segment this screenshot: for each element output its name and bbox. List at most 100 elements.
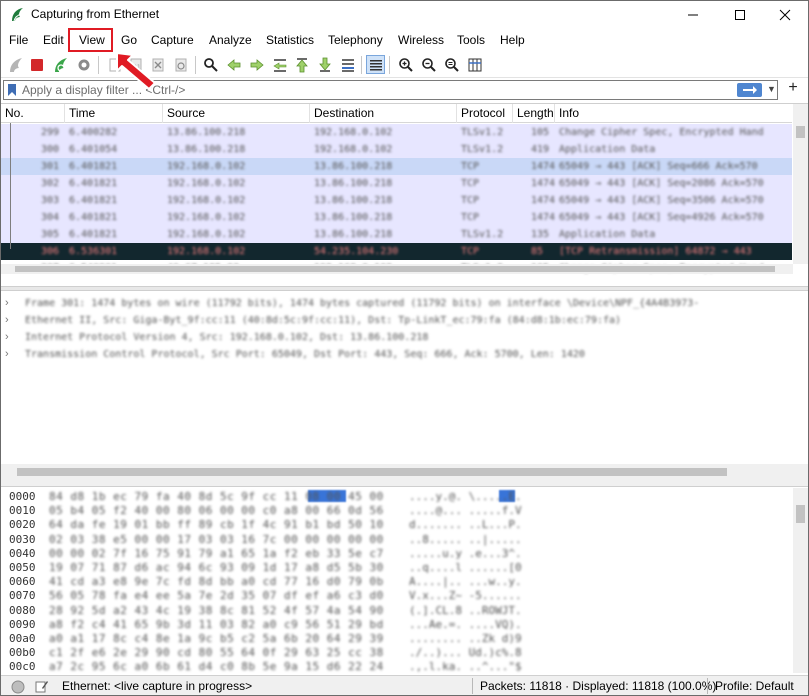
edit-comment-icon[interactable] (34, 679, 49, 694)
normal-size-button[interactable] (442, 55, 461, 74)
bytes-vertical-scrollbar[interactable] (793, 488, 808, 673)
packet-row[interactable]: 301 6.401821 192.168.0.102 13.86.100.218 TCP… (1, 158, 792, 175)
resize-columns-icon (468, 58, 481, 71)
maximize-icon (735, 10, 745, 20)
view-menu-highlight-box (68, 28, 113, 52)
menu-telephony[interactable]: Telephony (328, 32, 383, 49)
packet-row[interactable]: 300 6.401054 13.86.100.218 192.168.0.102 TLS… (1, 141, 792, 158)
menu-go[interactable]: Go (121, 32, 137, 49)
chevron-right-icon[interactable]: › (5, 346, 9, 363)
details-horizontal-scrollbar[interactable] (1, 464, 808, 479)
packet-cell-info: 65049 → 443 [ACK] Seq=666 Ack=570 (559, 161, 758, 172)
chevron-right-icon[interactable]: › (5, 295, 9, 312)
column-header-no[interactable]: No. (1, 104, 65, 123)
packet-row[interactable]: 302 6.401821 192.168.0.102 13.86.100.218 TCP… (1, 175, 792, 192)
last-packet-button[interactable] (315, 55, 334, 74)
packet-cell-info: 65049 → 443 [ACK] Seq=3506 Ack=570 (559, 195, 764, 206)
add-filter-button[interactable]: + (783, 79, 803, 97)
packet-row[interactable]: 299 6.400282 13.86.100.218 192.168.0.102 TLS… (1, 124, 792, 141)
chevron-right-icon[interactable]: › (5, 312, 9, 329)
go-forward-button[interactable] (247, 55, 266, 74)
byte-hex: 19 07 71 87 d6 ac 94 6c 93 09 1d 17 a8 d… (49, 561, 384, 574)
resize-columns-button[interactable] (465, 55, 484, 74)
menu-edit[interactable]: Edit (43, 32, 64, 49)
menu-wireless[interactable]: Wireless (398, 32, 444, 49)
go-to-packet-button[interactable] (270, 55, 289, 74)
packet-list-horizontal-scrollbar[interactable] (1, 264, 793, 274)
packet-row[interactable]: 305 6.401821 192.168.0.102 13.86.100.218 TLS… (1, 226, 792, 243)
byte-hex: a0 a1 17 8c c4 8e 1a 9c b5 c2 5a 6b 20 6… (49, 632, 384, 645)
byte-off: 0070 (9, 589, 36, 603)
zoom-in-button[interactable] (396, 55, 415, 74)
scrollbar-thumb[interactable] (796, 126, 805, 138)
packet-cell-src: 192.168.0.102 (167, 161, 246, 172)
menu-capture[interactable]: Capture (151, 32, 194, 49)
byte-hex: 84 d8 1b ec 79 fa 40 8d 5c 9f cc 11 08 0… (49, 490, 384, 503)
close-icon (779, 9, 791, 21)
zoom-reset-icon (444, 57, 459, 72)
byte-off: 0000 (9, 490, 36, 503)
find-packet-button[interactable] (201, 55, 220, 74)
packet-cell-proto: TLSv1.2 (461, 127, 504, 138)
packet-list-vertical-scrollbar[interactable] (793, 104, 808, 264)
first-packet-button[interactable] (292, 55, 311, 74)
packet-cell-len: 1474 (531, 195, 556, 206)
byte-ascii: A....|.. ...w..y. (409, 575, 522, 589)
chevron-right-icon[interactable]: › (5, 329, 9, 346)
column-header-time[interactable]: Time (65, 104, 163, 123)
column-header-protocol[interactable]: Protocol (457, 104, 513, 123)
packet-cell-no: 304 (41, 212, 60, 223)
minimize-icon (688, 14, 698, 16)
packet-row[interactable]: 303 6.401821 192.168.0.102 13.86.100.218 TCP… (1, 192, 792, 209)
colorize-button[interactable] (366, 55, 385, 74)
filter-history-dropdown[interactable]: ▼ (767, 84, 776, 94)
packet-row[interactable]: 306 6.536301 192.168.0.102 54.235.104.230 TC… (1, 243, 792, 260)
scrollbar-thumb[interactable] (17, 468, 727, 476)
scrollbar-thumb[interactable] (796, 505, 805, 523)
zoom-out-button[interactable] (419, 55, 438, 74)
menu-statistics[interactable]: Statistics (266, 32, 314, 49)
column-header-destination[interactable]: Destination (310, 104, 457, 123)
menu-tools[interactable]: Tools (457, 32, 485, 49)
column-header-length[interactable]: Length (513, 104, 555, 123)
byte-hex: c1 2f e6 2e 29 90 cd 80 55 64 0f 29 63 2… (49, 646, 384, 660)
apply-filter-button[interactable] (737, 83, 762, 97)
byte-ascii: .,.l.ka. ..^..."$ (409, 660, 522, 674)
profile-text[interactable]: Profile: Default (715, 679, 794, 693)
menu-file[interactable]: File (9, 32, 28, 49)
packet-cell-time: 6.536301 (69, 246, 118, 257)
packet-cell-src: 192.168.0.102 (167, 229, 246, 240)
menu-bar: File Edit View Go Capture Analyze Statis… (1, 29, 808, 51)
restart-capture-button[interactable] (51, 55, 70, 74)
toolbar-separator (389, 56, 390, 74)
close-button[interactable] (762, 1, 808, 29)
stop-capture-button[interactable] (27, 55, 46, 74)
packet-cell-time: 6.401821 (69, 195, 118, 206)
expert-info-icon[interactable] (11, 680, 25, 694)
title-bar: Capturing from Ethernet (1, 1, 808, 29)
start-capture-button[interactable] (6, 55, 25, 74)
scrollbar-thumb[interactable] (15, 266, 775, 272)
packet-cell-proto: TCP (461, 212, 480, 223)
toolbar-separator (361, 56, 362, 74)
packet-cell-no: 299 (41, 127, 60, 138)
packet-cell-time: 6.400282 (69, 127, 118, 138)
bookmark-icon[interactable] (7, 83, 17, 97)
conversation-tree-line (10, 123, 11, 249)
wireshark-window: Capturing from Ethernet File Edit View G… (0, 0, 809, 696)
pane-splitter[interactable] (1, 479, 808, 487)
capture-options-button[interactable] (74, 55, 93, 74)
packet-row[interactable]: 304 6.401821 192.168.0.102 13.86.100.218 TCP… (1, 209, 792, 226)
minimize-button[interactable] (670, 1, 716, 29)
menu-analyze[interactable]: Analyze (209, 32, 252, 49)
auto-scroll-button[interactable] (338, 55, 357, 74)
pane-splitter[interactable] (1, 286, 808, 291)
byte-ascii: ..8..... ..|..... (409, 532, 522, 546)
reload-file-button[interactable] (171, 55, 190, 74)
column-header-info[interactable]: Info (555, 104, 792, 123)
go-back-button[interactable] (224, 55, 243, 74)
maximize-button[interactable] (717, 1, 763, 29)
packet-cell-proto: TLSv1.2 (461, 144, 504, 155)
column-header-source[interactable]: Source (163, 104, 310, 123)
menu-help[interactable]: Help (500, 32, 525, 49)
